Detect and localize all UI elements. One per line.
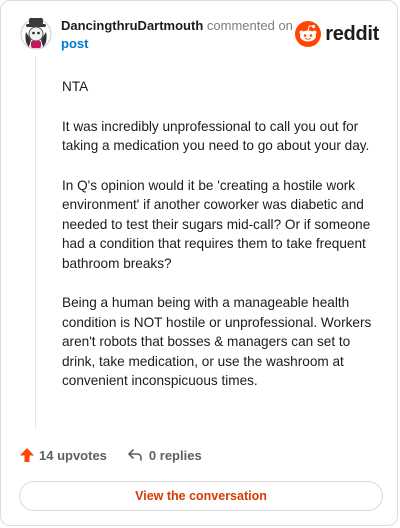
view-conversation-button[interactable]: View the conversation: [19, 481, 383, 511]
comment-paragraph: In Q's opinion would it be 'creating a h…: [62, 177, 371, 271]
replies-button[interactable]: 0 replies: [127, 447, 202, 463]
upvote-count: 14 upvotes: [39, 447, 107, 463]
post-link[interactable]: post: [61, 35, 301, 53]
comment-paragraph: NTA: [62, 79, 89, 94]
avatar-illustration: [20, 18, 52, 50]
comment-body: NTA It was incredibly unprofessional to …: [62, 77, 372, 411]
comment-header: DancingthruDartmouth commented on post: [61, 17, 301, 53]
reply-count: 0 replies: [148, 447, 202, 463]
upvote-arrow-icon: [20, 448, 34, 462]
comment-footer: 14 upvotes 0 replies: [19, 447, 202, 463]
comment-action-text: commented on: [206, 18, 293, 33]
reddit-snoo-icon: [295, 21, 322, 47]
author-username[interactable]: DancingthruDartmouth: [61, 18, 203, 33]
upvote-button[interactable]: 14 upvotes: [19, 447, 107, 463]
comment-paragraph: Being a human being with a manageable he…: [62, 295, 372, 388]
embedded-comment-card: DancingthruDartmouth commented on post r…: [0, 0, 398, 526]
user-avatar[interactable]: [20, 16, 52, 50]
reply-arrow-icon: [128, 449, 142, 461]
reddit-logo[interactable]: reddit: [295, 21, 379, 47]
comment-paragraph: It was incredibly unprofessional to call…: [62, 118, 370, 154]
reddit-wordmark: reddit: [325, 22, 379, 45]
thread-line: [35, 57, 36, 429]
